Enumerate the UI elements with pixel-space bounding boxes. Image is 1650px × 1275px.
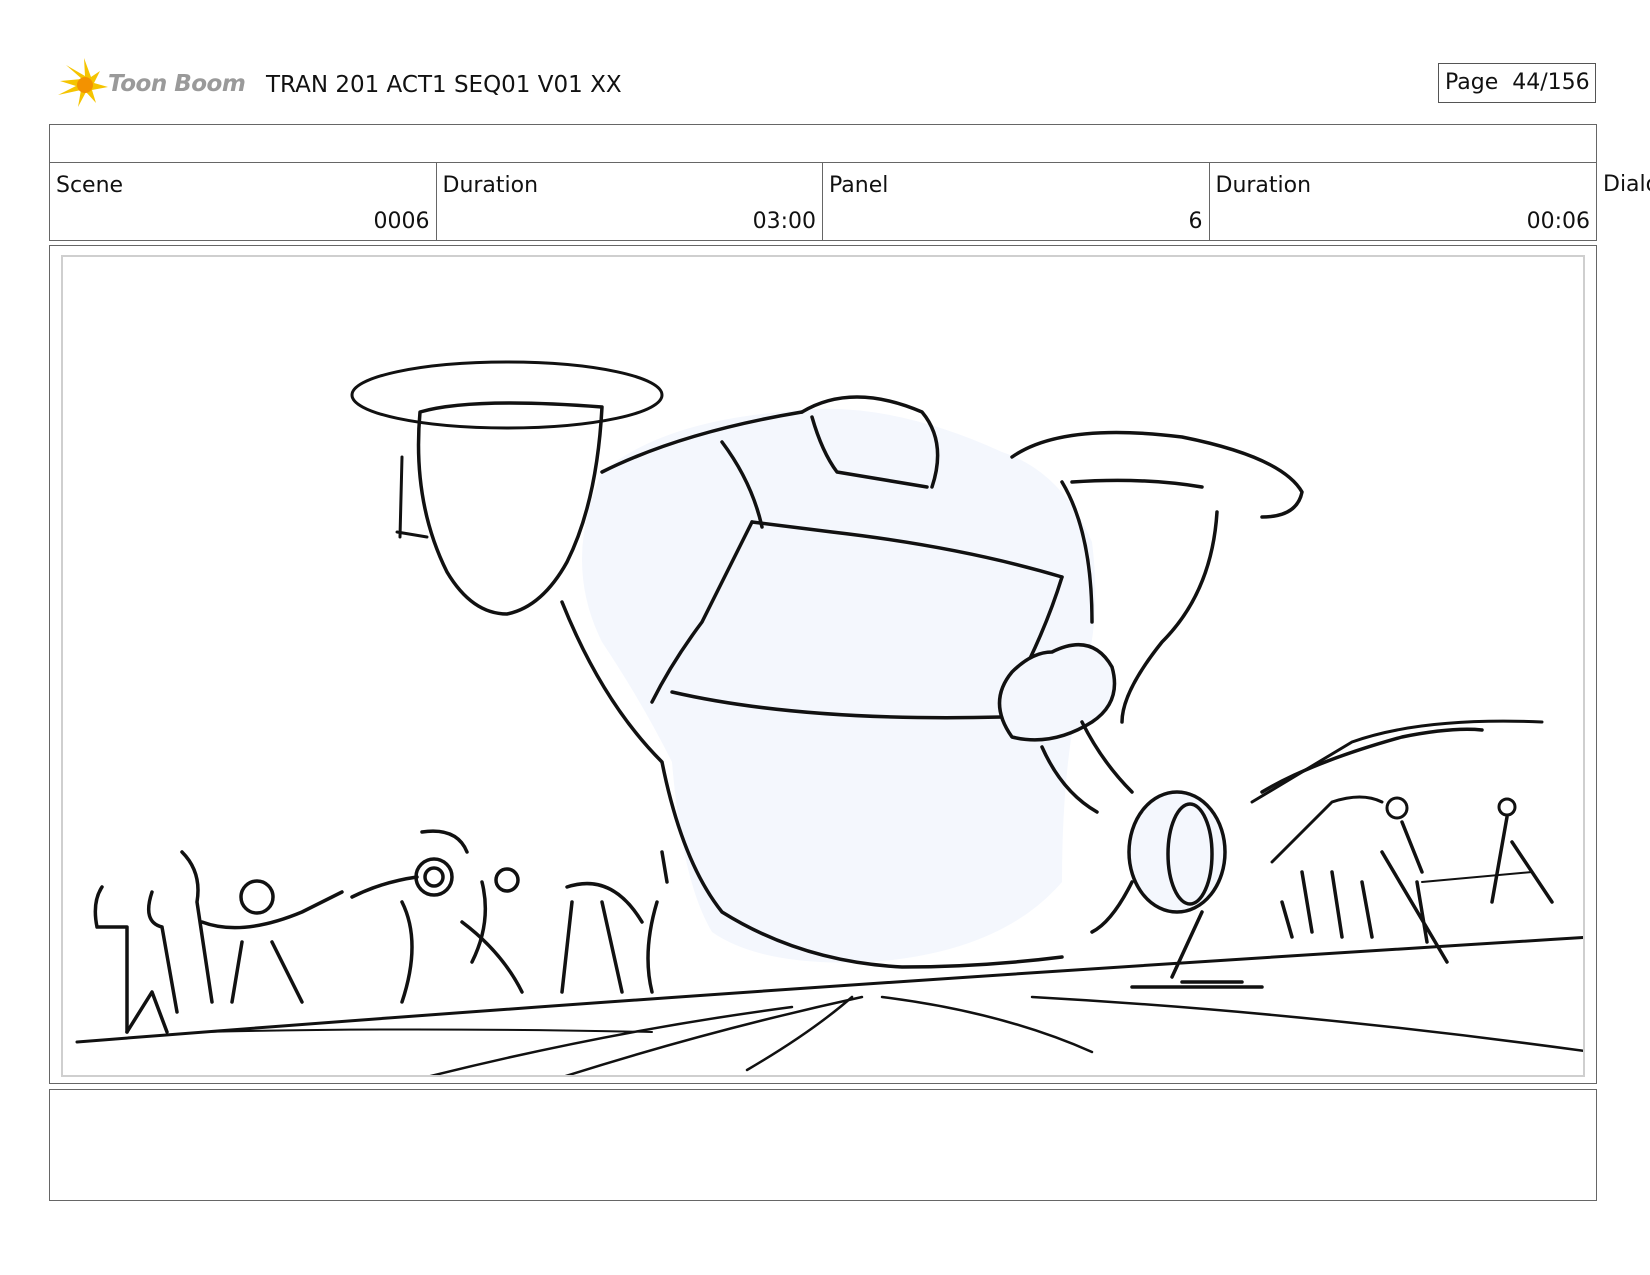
page-number: 44/156 xyxy=(1512,70,1590,95)
storyboard-panel-image xyxy=(61,255,1585,1077)
scene-duration-cell: Duration 03:00 xyxy=(437,163,823,240)
logo-text: Toon Boom xyxy=(108,71,246,97)
panel-notes-box xyxy=(49,1089,1597,1201)
scene-cell: Scene 0006 xyxy=(50,163,437,240)
storyboard-header: Toon Boom TRAN 201 ACT1 SEQ01 V01 XX Pag… xyxy=(0,0,1650,120)
panel-value: 6 xyxy=(1188,209,1203,234)
scene-duration-value: 03:00 xyxy=(752,209,816,234)
page-label: Page xyxy=(1445,70,1499,95)
scene-duration-label: Duration xyxy=(442,173,539,198)
panel-info-row: Scene 0006 Duration 03:00 Panel 6 Durati… xyxy=(49,162,1597,241)
panel-cell: Panel 6 xyxy=(823,163,1210,240)
scene-value: 0006 xyxy=(373,209,430,234)
scene-label: Scene xyxy=(56,173,124,198)
dialog-label-clipped: Dialog xyxy=(1603,172,1650,197)
panel-duration-label: Duration xyxy=(1215,173,1312,198)
document-title: TRAN 201 ACT1 SEQ01 V01 XX xyxy=(266,72,622,98)
sketch-drawing xyxy=(75,360,1583,1075)
panel-duration-value: 00:06 xyxy=(1526,209,1590,234)
page-indicator: Page 44/156 xyxy=(1438,63,1596,103)
panel-label: Panel xyxy=(829,173,889,198)
panel-duration-cell: Duration 00:06 xyxy=(1210,163,1597,240)
sequence-bar xyxy=(49,124,1597,163)
